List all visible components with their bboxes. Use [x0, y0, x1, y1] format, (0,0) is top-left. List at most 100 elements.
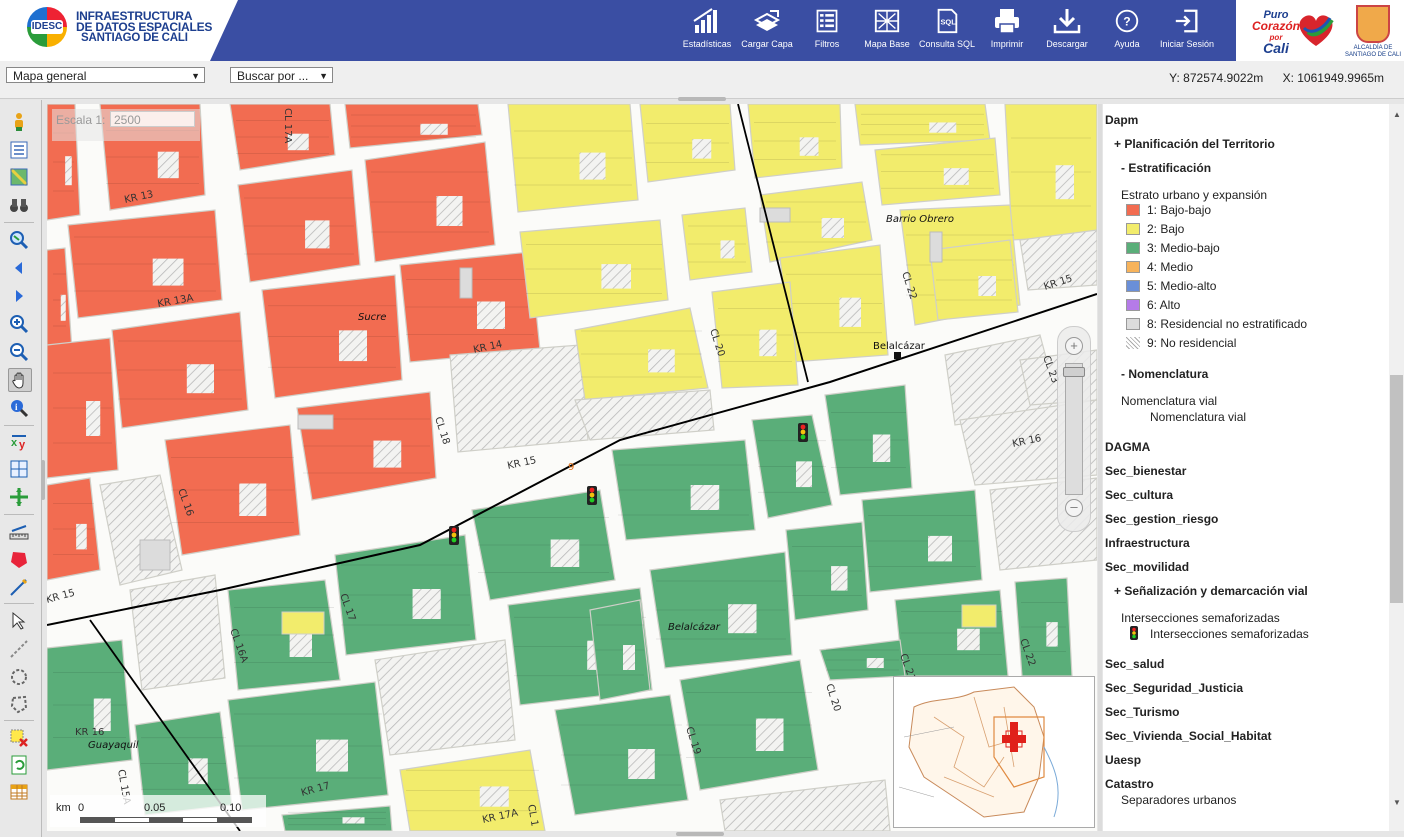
- legend-label: 3: Medio-bajo: [1147, 241, 1220, 255]
- group-dapm[interactable]: Dapm: [1105, 113, 1138, 127]
- legend-swatch: [1126, 223, 1140, 235]
- group-nomenclatura[interactable]: - Nomenclatura: [1121, 367, 1208, 381]
- legend-group[interactable]: Uaesp: [1105, 753, 1141, 767]
- traffic-light-icon[interactable]: [587, 486, 597, 505]
- legend-group[interactable]: Sec_Turismo: [1105, 705, 1179, 719]
- legend-group[interactable]: Sec_gestion_riesgo: [1105, 512, 1218, 526]
- select-pointer-icon: [12, 611, 26, 630]
- select-line-tool[interactable]: [8, 638, 30, 660]
- zoom-out-icon: [10, 343, 29, 362]
- print-button[interactable]: Imprimir: [987, 7, 1027, 49]
- neighborhood-label: Barrio Obrero: [886, 214, 954, 225]
- legend-group[interactable]: Infraestructura: [1105, 536, 1190, 550]
- legend-scroll-thumb[interactable]: [1390, 375, 1403, 603]
- street-view-tool[interactable]: [8, 111, 30, 133]
- legend-group[interactable]: Catastro: [1105, 777, 1154, 791]
- select-features-tool[interactable]: [8, 610, 30, 632]
- non-residential-lot: [866, 658, 884, 668]
- basemap-button[interactable]: Mapa Base: [862, 7, 912, 49]
- group-planificacion[interactable]: + Planificación del Territorio: [1114, 137, 1275, 151]
- group-estratificacion[interactable]: - Estratificación: [1121, 161, 1211, 175]
- non-residential-lot: [420, 123, 448, 135]
- map-extent-tool[interactable]: [8, 166, 30, 188]
- scale-bar: km 0 0.05 0.10: [50, 795, 266, 827]
- filters-button[interactable]: Filtros: [810, 7, 844, 49]
- non-residential-lot: [316, 739, 348, 772]
- left-panel-resize-handle[interactable]: [41, 460, 45, 500]
- map-legend-divider[interactable]: [1098, 104, 1102, 831]
- login-button[interactable]: Iniciar Sesión: [1157, 7, 1217, 49]
- xy-tool[interactable]: xy: [8, 431, 30, 453]
- legend-group[interactable]: Sec_bienestar: [1105, 464, 1186, 478]
- scroll-up-arrow[interactable]: ▲: [1393, 110, 1401, 119]
- statistics-button[interactable]: Estadísticas: [680, 7, 734, 49]
- non-residential-lot: [305, 220, 330, 249]
- draw-line-tool[interactable]: [8, 576, 30, 598]
- identify-tool[interactable]: i: [8, 397, 30, 419]
- legend-group[interactable]: Sec_salud: [1105, 657, 1164, 671]
- traffic-light-icon[interactable]: [449, 526, 459, 545]
- non-residential-lot: [728, 604, 757, 634]
- measure-area-tool[interactable]: [8, 548, 30, 570]
- legend-group[interactable]: Sec_Vivienda_Social_Habitat: [1105, 729, 1272, 743]
- panel-resize-handle[interactable]: [678, 97, 726, 101]
- unstratified-lot: [297, 414, 334, 430]
- overview-map-drawing: [898, 686, 1059, 818]
- layers-list-tool[interactable]: [8, 139, 30, 161]
- grid-select-tool[interactable]: [8, 458, 30, 480]
- refresh-tool[interactable]: [8, 754, 30, 776]
- idesc-logo[interactable]: IDESC INFRAESTRUCTURA DE DATOS ESPACIALE…: [0, 0, 238, 61]
- group-senalizacion[interactable]: + Señalización y demarcación vial: [1114, 584, 1308, 598]
- legend-group[interactable]: DAGMA: [1105, 440, 1150, 454]
- legend-group[interactable]: Sec_Seguridad_Justicia: [1105, 681, 1243, 695]
- search-by-select[interactable]: Buscar por ... ▼: [230, 67, 333, 83]
- pan-tool[interactable]: [8, 368, 32, 392]
- sql-query-button[interactable]: SQL Consulta SQL: [916, 7, 978, 49]
- intersecciones-item: Intersecciones semaforizadas: [1150, 627, 1309, 641]
- non-residential-lot: [479, 786, 509, 807]
- binoculars-icon: [10, 199, 28, 212]
- polygon-area-icon: [11, 552, 27, 568]
- move-arrows-icon: [10, 488, 28, 506]
- binoculars-tool[interactable]: [8, 194, 30, 216]
- partner-logos: Puro Corazón por Cali ALCALDÍA DE SANTIA…: [1236, 0, 1404, 61]
- scroll-down-arrow[interactable]: ▼: [1393, 798, 1401, 807]
- yellow-lot: [961, 604, 997, 628]
- attribute-table-tool[interactable]: [8, 781, 30, 803]
- nomenclatura-title: Nomenclatura vial: [1121, 394, 1218, 408]
- previous-extent-tool[interactable]: [8, 257, 30, 279]
- overview-map[interactable]: [893, 676, 1095, 828]
- zoom-out-tool[interactable]: [8, 341, 30, 363]
- zoom-in-tool[interactable]: [8, 313, 30, 335]
- zoom-full-extent-tool[interactable]: [8, 229, 30, 251]
- non-residential-lot: [692, 139, 712, 159]
- download-icon: [1053, 9, 1081, 34]
- traffic-light-icon[interactable]: [798, 423, 808, 442]
- zoom-in-button[interactable]: +: [1065, 337, 1083, 355]
- select-polygon-tool[interactable]: [8, 693, 30, 715]
- login-icon: [1175, 9, 1198, 33]
- scale-label: Escala 1:: [56, 113, 106, 127]
- separadores-item: Separadores urbanos: [1121, 793, 1237, 807]
- bottom-resize-handle[interactable]: [676, 832, 724, 836]
- download-button[interactable]: Descargar: [1043, 7, 1091, 49]
- legend-group[interactable]: Sec_movilidad: [1105, 560, 1189, 574]
- zoom-out-button[interactable]: –: [1065, 499, 1083, 517]
- non-residential-lot: [755, 718, 784, 751]
- zoom-track[interactable]: [1065, 363, 1083, 495]
- zoom-slider[interactable]: + –: [1057, 326, 1091, 532]
- zoom-handle[interactable]: [1063, 367, 1085, 377]
- legend-group[interactable]: Sec_cultura: [1105, 488, 1173, 502]
- scale-input[interactable]: 2500: [110, 111, 195, 127]
- measure-distance-tool[interactable]: [8, 521, 30, 543]
- map-select[interactable]: Mapa general ▼: [6, 67, 205, 83]
- clear-selection-tool[interactable]: [8, 727, 30, 749]
- help-button[interactable]: ? Ayuda: [1110, 7, 1144, 49]
- next-extent-tool[interactable]: [8, 285, 30, 307]
- move-tool[interactable]: [8, 486, 30, 508]
- select-circle-tool[interactable]: [8, 666, 30, 688]
- svg-text:?: ?: [1123, 15, 1130, 29]
- load-layer-button[interactable]: Cargar Capa: [738, 7, 796, 49]
- scalebar-line: [80, 817, 252, 823]
- alcaldia-logo: ALCALDÍA DE SANTIAGO DE CALI: [1344, 5, 1402, 59]
